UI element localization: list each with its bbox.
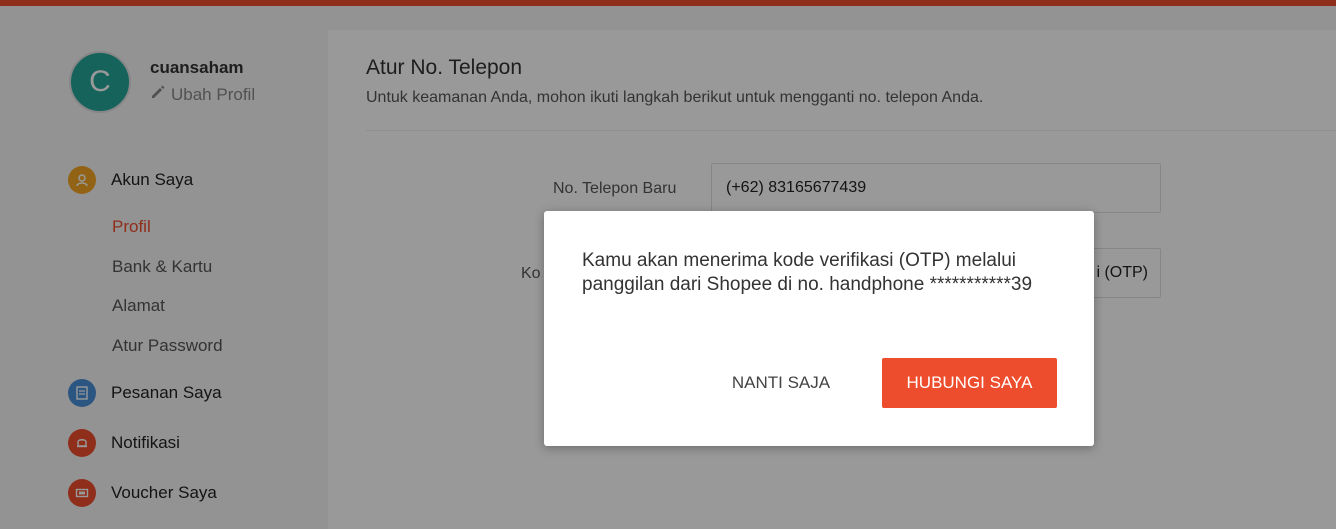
dialog-message: Kamu akan menerima kode verifikasi (OTP)… — [582, 250, 1033, 295]
call-me-button[interactable]: HUBUNGI SAYA — [882, 358, 1057, 408]
otp-dialog: Kamu akan menerima kode verifikasi (OTP)… — [544, 211, 1094, 446]
later-button[interactable]: NANTI SAJA — [716, 358, 846, 408]
